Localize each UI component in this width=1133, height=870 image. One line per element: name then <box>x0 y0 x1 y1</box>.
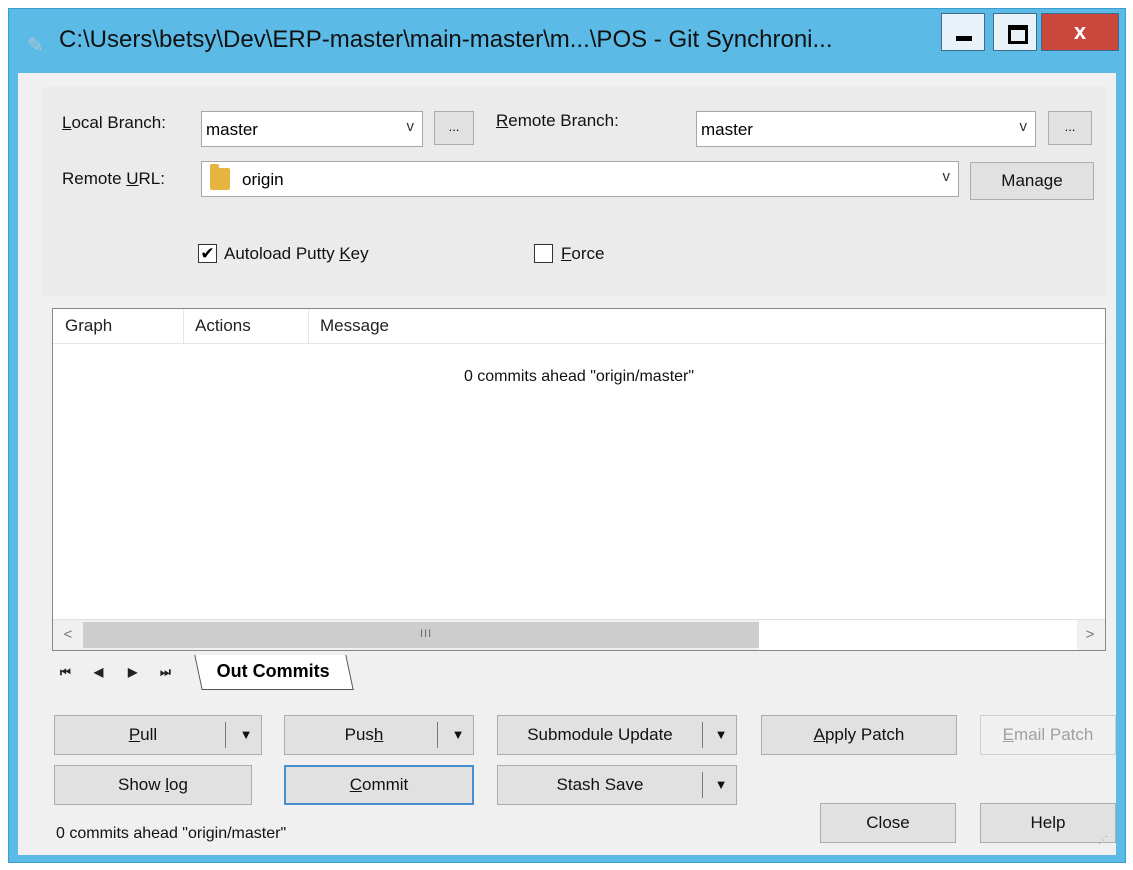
split-divider <box>702 722 703 748</box>
tab-strip: ⏮ ◀ ▶ ⏭ Out Commits <box>52 655 1106 691</box>
split-divider <box>225 722 226 748</box>
column-header-graph[interactable]: Graph <box>53 309 183 343</box>
local-branch-value: master <box>206 120 258 139</box>
tab-out-commits[interactable]: Out Commits <box>194 655 354 690</box>
folder-icon <box>210 164 230 190</box>
checkmark-icon: ✔ <box>200 244 215 263</box>
split-divider <box>437 722 438 748</box>
autoload-putty-key-checkbox[interactable]: ✔ <box>198 244 217 263</box>
status-text: 0 commits ahead "origin/master" <box>56 825 287 842</box>
local-branch-select[interactable]: master v <box>201 111 423 147</box>
close-icon: x <box>1073 19 1087 44</box>
scroll-grip-icon: III <box>420 628 433 640</box>
pull-button-label: Pull <box>128 725 158 744</box>
minimize-button[interactable] <box>941 13 985 51</box>
window-title: C:\Users\betsy\Dev\ERP-master\main-maste… <box>59 26 833 53</box>
remote-url-select[interactable]: origin v <box>201 161 959 197</box>
manage-remotes-button[interactable]: Manage <box>970 162 1094 200</box>
push-dropdown-icon[interactable]: ▼ <box>443 716 473 754</box>
next-tab-icon[interactable]: ▶ <box>128 665 137 679</box>
remote-branch-label: Remote Branch: <box>496 111 619 130</box>
push-button[interactable]: Push ▼ <box>284 715 474 755</box>
scroll-left-icon[interactable]: < <box>53 620 83 650</box>
pull-dropdown-icon[interactable]: ▼ <box>231 716 261 754</box>
app-icon: ✎ <box>27 35 44 57</box>
split-divider <box>702 772 703 798</box>
column-header-message[interactable]: Message <box>308 309 1098 343</box>
first-tab-icon[interactable]: ⏮ <box>60 665 71 680</box>
maximize-button[interactable] <box>993 13 1037 51</box>
column-header-actions[interactable]: Actions <box>183 309 308 343</box>
title-bar[interactable]: ✎ C:\Users\betsy\Dev\ERP-master\main-mas… <box>9 9 1125 73</box>
stash-save-label: Stash Save <box>556 775 644 794</box>
close-window-button[interactable]: x <box>1041 13 1119 51</box>
submodule-update-button[interactable]: Submodule Update ▼ <box>497 715 737 755</box>
submodule-dropdown-icon[interactable]: ▼ <box>706 716 736 754</box>
remote-branch-value: master <box>701 120 753 139</box>
resize-grip-icon[interactable]: ⋰ <box>1098 836 1112 851</box>
chevron-down-icon: v <box>406 118 415 135</box>
local-branch-label: Local Branch: <box>62 113 166 132</box>
chevron-down-icon: v <box>1019 118 1028 135</box>
remote-branch-select[interactable]: master v <box>696 111 1036 147</box>
horizontal-scrollbar[interactable]: < III > <box>53 619 1105 650</box>
commits-ahead-message: 0 commits ahead "origin/master" <box>463 368 695 385</box>
local-branch-browse-button[interactable]: ... <box>434 111 474 145</box>
out-commits-list[interactable]: Graph Actions Message 0 commits ahead "o… <box>52 308 1106 651</box>
autoload-putty-key-label: Autoload Putty Key <box>224 244 369 263</box>
scroll-right-icon[interactable]: > <box>1075 620 1105 650</box>
commit-button[interactable]: Commit <box>284 765 474 805</box>
stash-dropdown-icon[interactable]: ▼ <box>706 766 736 804</box>
dialog-client-area: Local Branch: master v ... Remote Branch… <box>18 73 1116 855</box>
push-button-label: Push <box>344 725 384 744</box>
list-header: Graph Actions Message <box>53 309 1105 344</box>
help-button[interactable]: Help <box>980 803 1116 843</box>
apply-patch-button[interactable]: Apply Patch <box>761 715 957 755</box>
force-label: Force <box>561 244 605 263</box>
git-sync-window: ✎ C:\Users\betsy\Dev\ERP-master\main-mas… <box>8 8 1126 863</box>
remote-url-label: Remote URL: <box>62 169 165 188</box>
submodule-update-label: Submodule Update <box>527 725 673 744</box>
scroll-track[interactable] <box>759 620 1077 650</box>
branch-settings-panel: Local Branch: master v ... Remote Branch… <box>42 87 1106 296</box>
email-patch-button[interactable]: Email Patch <box>980 715 1116 755</box>
force-checkbox[interactable] <box>534 244 553 263</box>
show-log-button[interactable]: Show log <box>54 765 252 805</box>
scroll-thumb[interactable]: III <box>83 622 759 648</box>
remote-url-value: origin <box>242 170 284 189</box>
stash-save-button[interactable]: Stash Save ▼ <box>497 765 737 805</box>
remote-branch-browse-button[interactable]: ... <box>1048 111 1092 145</box>
previous-tab-icon[interactable]: ◀ <box>94 665 103 679</box>
chevron-down-icon: v <box>942 168 951 185</box>
close-button[interactable]: Close <box>820 803 956 843</box>
pull-button[interactable]: Pull ▼ <box>54 715 262 755</box>
last-tab-icon[interactable]: ⏭ <box>160 665 171 680</box>
